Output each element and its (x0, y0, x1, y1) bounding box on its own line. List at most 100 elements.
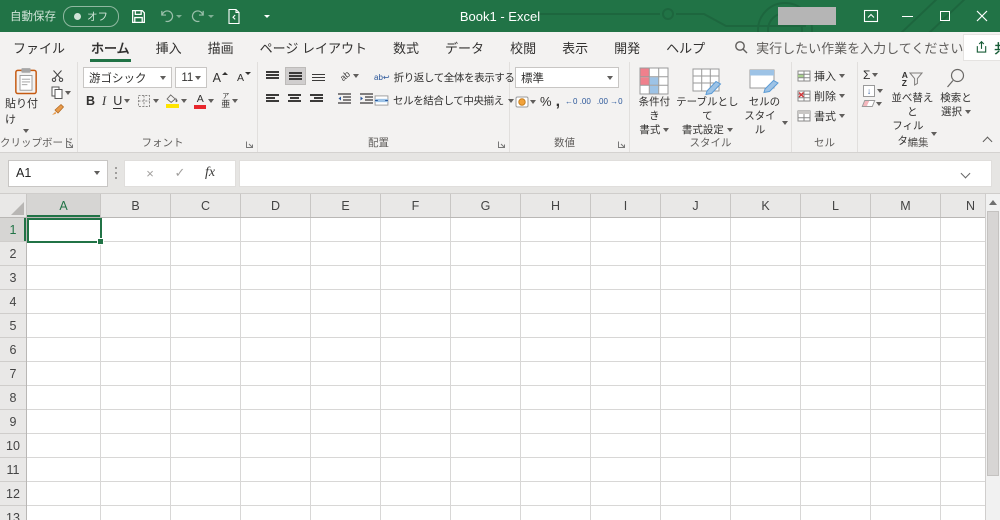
align-left-button[interactable] (263, 90, 282, 106)
percent-style-button[interactable]: % (540, 94, 552, 109)
delete-cells-button[interactable]: 削除 (797, 87, 854, 105)
fill-button[interactable]: ↓ (863, 84, 888, 98)
find-select-button[interactable]: 検索と 選択 (937, 67, 975, 119)
wrap-text-button[interactable]: ab↩ 折り返して全体を表示する (371, 68, 518, 87)
tab-file[interactable]: ファイル (0, 32, 78, 62)
italic-button[interactable]: I (99, 92, 109, 111)
scroll-up-button[interactable] (986, 194, 1000, 210)
font-color-button[interactable]: A (191, 92, 217, 111)
conditional-formatting-button[interactable]: 条件付き 書式 (635, 67, 674, 138)
autosum-button[interactable]: Σ (863, 67, 888, 83)
bold-button[interactable]: B (83, 92, 98, 110)
row-header-1[interactable]: 1 (0, 218, 26, 242)
enter-button[interactable]: ✓ (165, 165, 195, 181)
borders-button[interactable] (134, 92, 162, 110)
column-header-i[interactable]: I (591, 194, 661, 217)
align-center-button[interactable] (285, 90, 304, 106)
tab-home[interactable]: ホーム (78, 32, 143, 62)
row-header-7[interactable]: 7 (0, 362, 26, 386)
column-header-a[interactable]: A (27, 194, 101, 217)
document-mode-button[interactable] (221, 3, 247, 29)
tab-insert[interactable]: 挿入 (143, 32, 195, 62)
clipboard-dialog-launcher[interactable] (65, 140, 74, 149)
format-as-table-button[interactable]: テーブルとして 書式設定 (674, 67, 741, 138)
tab-formulas[interactable]: 数式 (380, 32, 432, 62)
select-all-button[interactable] (0, 194, 27, 217)
column-header-e[interactable]: E (311, 194, 381, 217)
copy-button[interactable] (48, 84, 74, 101)
row-header-11[interactable]: 11 (0, 458, 26, 482)
orientation-button[interactable]: ab (337, 69, 362, 83)
font-dialog-launcher[interactable] (245, 140, 254, 149)
cell-styles-button[interactable]: セルの スタイル (741, 67, 788, 138)
tab-page-layout[interactable]: ページ レイアウト (247, 32, 380, 62)
redo-button[interactable] (189, 3, 215, 29)
vertical-scrollbar[interactable] (985, 194, 1000, 520)
column-header-k[interactable]: K (731, 194, 801, 217)
format-painter-button[interactable] (48, 101, 74, 118)
cancel-button[interactable]: × (135, 166, 165, 181)
clear-button[interactable] (861, 99, 888, 108)
close-button[interactable] (963, 0, 1000, 32)
column-header-b[interactable]: B (101, 194, 171, 217)
grow-font-button[interactable]: A (210, 69, 231, 87)
decrease-decimal-button[interactable]: .00 →0 (596, 97, 624, 106)
increase-decimal-button[interactable]: ←0 .00 (564, 97, 592, 106)
paste-button[interactable]: 貼り付け (5, 67, 46, 133)
row-header-9[interactable]: 9 (0, 410, 26, 434)
number-dialog-launcher[interactable] (617, 140, 626, 149)
tab-data[interactable]: データ (432, 32, 497, 62)
column-header-l[interactable]: L (801, 194, 871, 217)
alignment-dialog-launcher[interactable] (497, 140, 506, 149)
shrink-font-button[interactable]: A (234, 70, 254, 86)
phonetic-button[interactable]: ア 亜 (218, 91, 241, 111)
font-size-combo[interactable]: 11 (175, 67, 207, 88)
column-header-d[interactable]: D (241, 194, 311, 217)
formula-bar-divider[interactable] (108, 166, 124, 180)
tab-developer[interactable]: 開発 (601, 32, 653, 62)
row-header-3[interactable]: 3 (0, 266, 26, 290)
number-format-combo[interactable]: 標準 (515, 67, 619, 88)
name-box[interactable]: A1 (8, 159, 108, 187)
currency-format-button[interactable] (515, 96, 536, 108)
insert-function-button[interactable]: fx (195, 165, 225, 181)
row-header-2[interactable]: 2 (0, 242, 26, 266)
scrollbar-thumb[interactable] (987, 211, 999, 476)
tab-review[interactable]: 校閲 (497, 32, 549, 62)
underline-button[interactable]: U (110, 92, 133, 111)
top-align-button[interactable] (263, 68, 282, 84)
tab-help[interactable]: ヘルプ (653, 32, 718, 62)
row-header-12[interactable]: 12 (0, 482, 26, 506)
undo-button[interactable] (157, 3, 183, 29)
cut-button[interactable] (48, 67, 74, 84)
comma-style-button[interactable]: , (556, 94, 560, 109)
row-header-10[interactable]: 10 (0, 434, 26, 458)
column-header-g[interactable]: G (451, 194, 521, 217)
row-header-8[interactable]: 8 (0, 386, 26, 410)
row-header-13[interactable]: 13 (0, 506, 26, 520)
column-header-h[interactable]: H (521, 194, 591, 217)
row-header-6[interactable]: 6 (0, 338, 26, 362)
fill-color-button[interactable] (163, 92, 190, 110)
share-button[interactable]: 共有 (963, 33, 1000, 61)
column-header-c[interactable]: C (171, 194, 241, 217)
column-header-j[interactable]: J (661, 194, 731, 217)
row-header-4[interactable]: 4 (0, 290, 26, 314)
merge-center-button[interactable]: セルを結合して中央揃え (371, 91, 518, 110)
align-right-button[interactable] (307, 90, 326, 106)
expand-formula-bar-button[interactable] (960, 168, 971, 178)
format-cells-button[interactable]: 書式 (797, 107, 854, 125)
minimize-button[interactable] (889, 0, 926, 32)
autosave-toggle[interactable]: オフ (63, 5, 119, 27)
formula-input[interactable] (239, 159, 992, 187)
font-name-combo[interactable]: 游ゴシック (83, 67, 173, 88)
active-cell-a1[interactable] (27, 218, 104, 245)
ribbon-display-options-button[interactable] (852, 0, 889, 32)
maximize-button[interactable] (926, 0, 963, 32)
cell-grid[interactable] (27, 218, 1000, 520)
customize-qat-button[interactable] (253, 3, 279, 29)
bottom-align-button[interactable] (309, 68, 328, 84)
column-header-f[interactable]: F (381, 194, 451, 217)
save-button[interactable] (125, 3, 151, 29)
tab-draw[interactable]: 描画 (195, 32, 247, 62)
